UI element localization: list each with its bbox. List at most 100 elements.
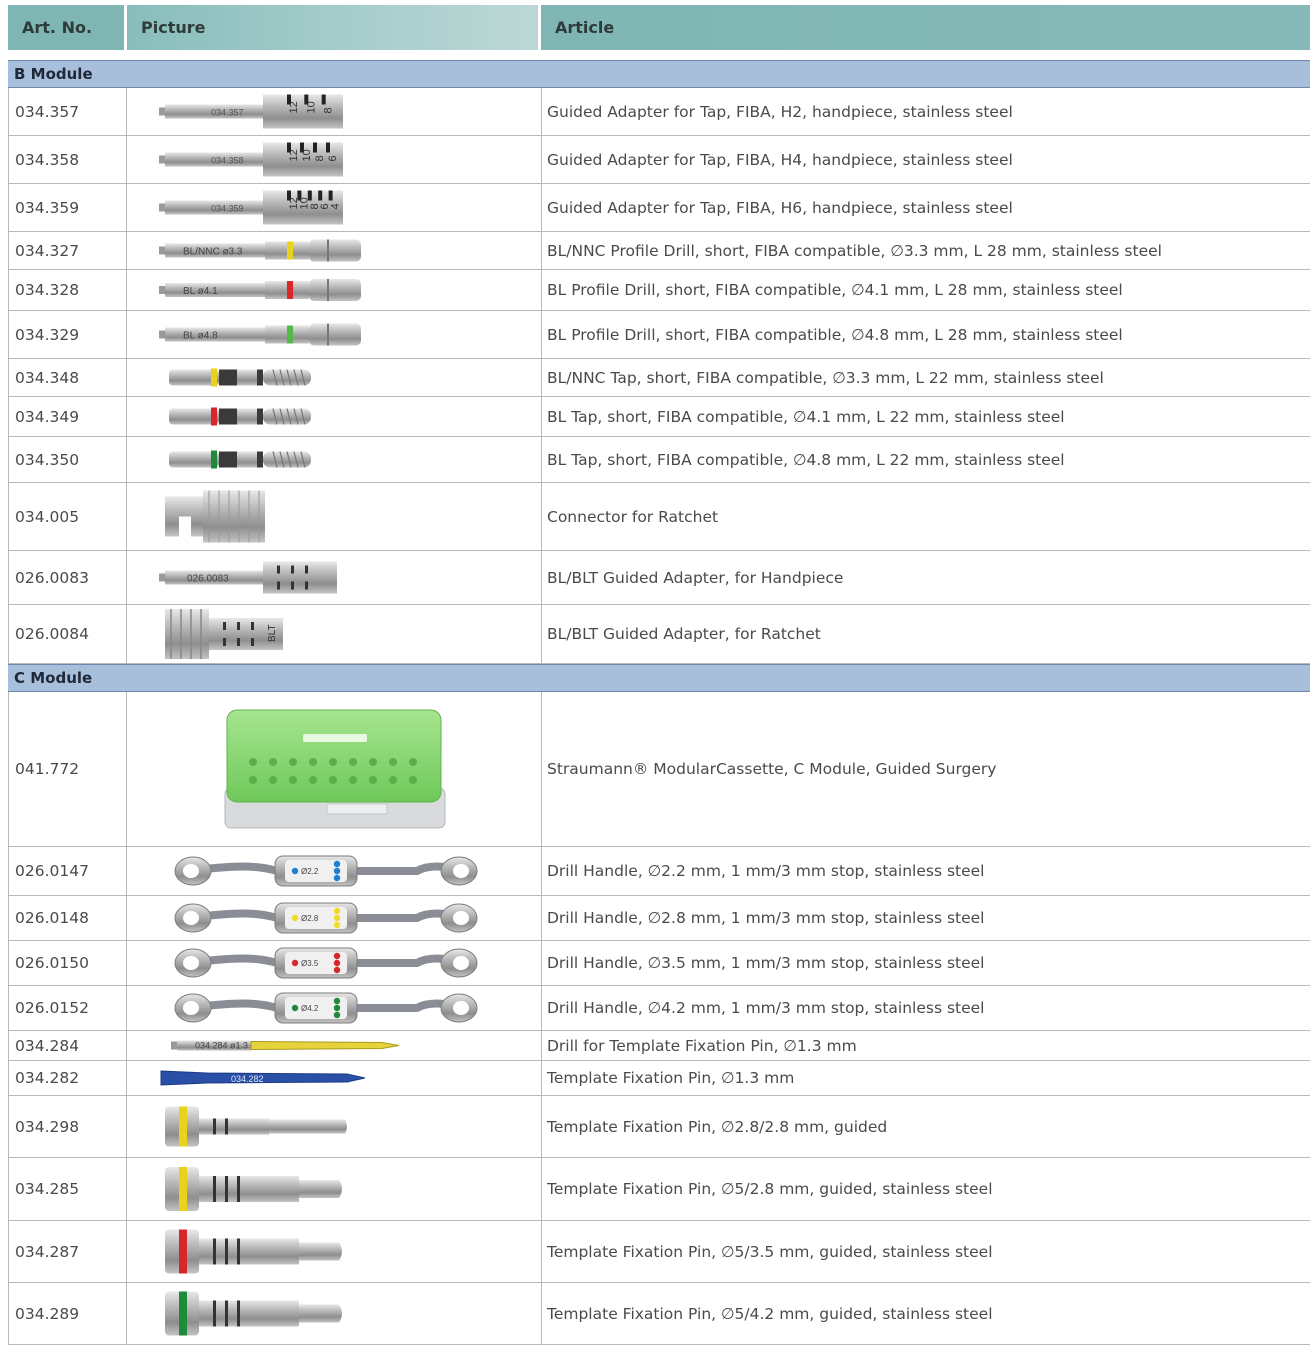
handle-image: Ø2.8: [174, 902, 478, 934]
article-description: Guided Adapter for Tap, FIBA, H4, handpi…: [547, 150, 1013, 169]
article-description: BL/BLT Guided Adapter, for Handpiece: [547, 568, 844, 587]
engraving-label: 034.284 ø1.3: [195, 1041, 248, 1051]
product-picture: Ø2.2: [126, 847, 542, 895]
table-row: 034.329 BL ø4.8 BL Profile Drill, short, F…: [8, 311, 1310, 359]
header-picture: Picture: [127, 5, 538, 50]
profile-drill-image: BL ø4.1: [159, 279, 361, 301]
product-picture: [126, 1283, 542, 1344]
color-ring: [179, 1167, 187, 1211]
article-number: 026.0152: [15, 999, 89, 1017]
depth-mark: 10: [301, 149, 313, 161]
color-ring: [179, 1229, 187, 1274]
article-number: 026.0150: [15, 954, 89, 972]
article-description: Template Fixation Pin, ∅2.8/2.8 mm, guid…: [547, 1117, 888, 1136]
article-description: Connector for Ratchet: [547, 507, 719, 526]
table-row: 026.0148 Ø2.8 Drill Handle, ∅2.8 mm, 1 mm/…: [8, 896, 1310, 941]
drill-head: [309, 239, 361, 262]
pin-collar: [199, 1118, 269, 1135]
color-dot: [291, 959, 299, 967]
article-description: Drill Handle, ∅2.8 mm, 1 mm/3 mm stop, s…: [547, 909, 985, 927]
product-picture: [126, 437, 542, 482]
color-ring: [179, 1291, 187, 1336]
article-description: Template Fixation Pin, ∅5/3.5 mm, guided…: [547, 1242, 993, 1261]
table-row: 034.285 Template Fixation Pin, ∅5/2.8 mm,…: [8, 1158, 1310, 1221]
tap-image: [169, 368, 311, 387]
product-picture: BL ø4.8: [126, 311, 542, 358]
article-number: 034.349: [15, 407, 80, 426]
product-picture: 034.282: [126, 1061, 542, 1095]
table-row: 034.298 Template Fixation Pin, ∅2.8/2.8 m…: [8, 1096, 1310, 1158]
article-number: 026.0148: [15, 909, 89, 927]
article-description: Drill for Template Fixation Pin, ∅1.3 mm: [547, 1036, 857, 1055]
header-art-no: Art. No.: [8, 5, 124, 50]
engraving-label: Ø2.8: [301, 914, 319, 923]
article-number: 034.005: [15, 507, 80, 526]
pin-tip: [269, 1119, 347, 1134]
section-header: C Module: [8, 664, 1310, 692]
product-picture: 034.358 12 10 8 6: [126, 136, 542, 183]
table-row: 034.328 BL ø4.1 BL Profile Drill, short, F…: [8, 270, 1310, 311]
color-ring: [287, 281, 293, 299]
table-row: 026.0152 Ø4.2 Drill Handle, ∅4.2 mm, 1 mm/…: [8, 986, 1310, 1031]
fix-pin-image: 034.282: [160, 1070, 366, 1086]
product-picture: 034.359 12 10 8 6 4: [126, 184, 542, 231]
section-header: B Module: [8, 60, 1310, 88]
product-picture: 034.357 12 10 8: [126, 88, 542, 135]
article-number: 034.359: [15, 198, 80, 217]
article-number: 034.348: [15, 368, 80, 387]
depth-mark: 10: [305, 101, 317, 113]
drill-head: [309, 323, 361, 346]
cassette-label-slot: [303, 734, 367, 742]
color-ring: [211, 450, 217, 469]
product-picture: [126, 397, 542, 436]
table-row: 034.357 034.357 12 10 8 Guided Adapter for Ta…: [8, 88, 1310, 136]
engraving-label: 034.357: [211, 108, 244, 118]
pin-tip: [299, 1242, 342, 1261]
handle-image: Ø4.2: [174, 992, 478, 1024]
article-number: 034.284: [15, 1036, 80, 1055]
drill-tip: [250, 1040, 400, 1051]
color-ring: [287, 325, 293, 344]
article-number: 026.0083: [15, 568, 89, 587]
product-picture: [126, 692, 542, 846]
color-ring: [211, 407, 217, 426]
table-row: 026.0084 BLT BL/BLT Guided Adapter, for Ra…: [8, 605, 1310, 664]
article-number: 034.285: [15, 1180, 80, 1198]
article-description: BL/NNC Profile Drill, short, FIBA compat…: [547, 241, 1162, 260]
depth-mark: 8: [314, 155, 326, 161]
cassette-lid: [226, 709, 442, 803]
table-row: 034.005 Connector for Ratchet: [8, 483, 1310, 551]
color-ring: [179, 1106, 187, 1147]
adapter-tap-image: 034.358 12 10 8 6: [159, 142, 343, 177]
engraving-label: 034.358: [211, 156, 244, 166]
table-row: 034.289 Template Fixation Pin, ∅5/4.2 mm,…: [8, 1283, 1310, 1345]
guided-pin-image: [165, 1291, 342, 1336]
product-picture: [126, 359, 542, 396]
pin-tip: [299, 1304, 342, 1323]
article-description: BL Tap, short, FIBA compatible, ∅4.8 mm,…: [547, 450, 1065, 469]
profile-drill-image: BL/NNC ø3.3: [159, 239, 361, 262]
article-description: BL/NNC Tap, short, FIBA compatible, ∅3.3…: [547, 368, 1104, 387]
engraving-label: Ø4.2: [301, 1004, 319, 1013]
article-description: Template Fixation Pin, ∅1.3 mm: [547, 1069, 795, 1087]
guided-adapter-hp-image: 026.0083: [159, 561, 337, 594]
fix-drill-image: 034.284 ø1.3: [171, 1040, 400, 1051]
article-number: 034.350: [15, 450, 80, 469]
engraving-label: BL ø4.8: [183, 331, 218, 342]
article-number: 026.0147: [15, 862, 89, 880]
article-description: Template Fixation Pin, ∅5/2.8 mm, guided…: [547, 1180, 993, 1198]
engraving-label: BLT: [267, 624, 278, 642]
article-description: Straumann® ModularCassette, C Module, Gu…: [547, 760, 997, 778]
profile-drill-image: BL ø4.8: [159, 323, 361, 346]
article-description: BL/BLT Guided Adapter, for Ratchet: [547, 625, 821, 643]
product-picture: [126, 1221, 542, 1282]
article-description: Drill Handle, ∅3.5 mm, 1 mm/3 mm stop, s…: [547, 954, 985, 972]
connector-image: [165, 490, 265, 543]
article-number: 026.0084: [15, 625, 89, 643]
article-number: 034.289: [15, 1304, 80, 1323]
table-row: 034.359 034.359 12 10 8 6 4 Guided Adapter for …: [8, 184, 1310, 232]
product-picture: [126, 1158, 542, 1220]
table-row: 034.349 BL Tap, short, FIBA compatible, ∅…: [8, 397, 1310, 437]
depth-mark: 4: [330, 203, 342, 209]
drill-head: [309, 279, 361, 301]
